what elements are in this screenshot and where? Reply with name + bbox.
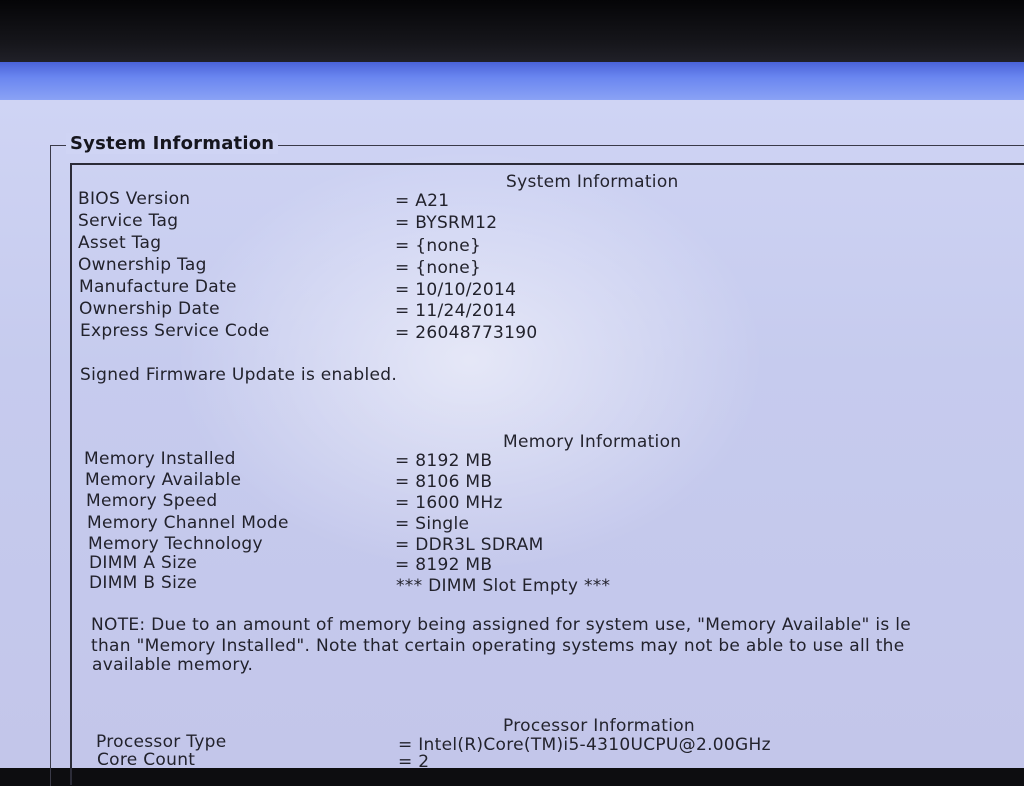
memory-available-value: = 8106 MB (395, 472, 493, 492)
service-tag-label: Service Tag (78, 211, 179, 231)
bios-title-bar (0, 62, 1024, 100)
memory-technology-value: = DDR3L SDRAM (395, 535, 544, 555)
dimm-b-size-label: DIMM B Size (89, 573, 198, 593)
manufacture-date-value: = 10/10/2014 (395, 280, 517, 300)
memory-speed-label: Memory Speed (86, 491, 218, 511)
memory-note-line-1: NOTE: Due to an amount of memory being a… (91, 615, 912, 635)
processor-info-heading: Processor Information (503, 716, 695, 736)
memory-available-label: Memory Available (85, 470, 242, 490)
dimm-a-size-value: = 8192 MB (395, 555, 493, 575)
processor-type-label: Processor Type (96, 732, 227, 752)
memory-installed-value: = 8192 MB (395, 451, 493, 471)
bios-version-label: BIOS Version (78, 189, 191, 209)
processor-type-value: = Intel(R)Core(TM)i5-4310UCPU@2.00GHz (398, 735, 771, 755)
asset-tag-label: Asset Tag (78, 233, 162, 253)
memory-technology-label: Memory Technology (88, 534, 263, 554)
core-count-label: Core Count (97, 750, 196, 770)
memory-channel-mode-label: Memory Channel Mode (87, 513, 289, 533)
memory-installed-label: Memory Installed (84, 449, 236, 469)
memory-channel-mode-value: = Single (395, 514, 470, 534)
ownership-tag-value: = {none} (395, 258, 482, 278)
service-tag-value: = BYSRM12 (395, 213, 498, 233)
asset-tag-value: = {none} (395, 236, 482, 256)
signed-firmware-status: Signed Firmware Update is enabled. (80, 365, 398, 385)
group-box-title: System Information (66, 133, 279, 154)
dimm-b-size-value: *** DIMM Slot Empty *** (396, 576, 611, 596)
manufacture-date-label: Manufacture Date (79, 277, 237, 297)
express-service-code-label: Express Service Code (80, 321, 270, 341)
memory-speed-value: = 1600 MHz (395, 493, 503, 513)
system-info-heading: System Information (506, 172, 679, 192)
memory-note-line-3: available memory. (92, 655, 254, 675)
memory-note-line-2: than "Memory Installed". Note that certa… (91, 636, 905, 656)
bios-version-value: = A21 (395, 191, 450, 211)
dimm-a-size-label: DIMM A Size (89, 553, 198, 573)
ownership-date-value: = 11/24/2014 (395, 301, 517, 321)
memory-info-heading: Memory Information (503, 432, 682, 452)
monitor-bezel (0, 0, 1024, 62)
core-count-value: = 2 (398, 752, 430, 772)
ownership-tag-label: Ownership Tag (78, 255, 207, 275)
ownership-date-label: Ownership Date (79, 299, 220, 319)
express-service-code-value: = 26048773190 (395, 323, 538, 343)
